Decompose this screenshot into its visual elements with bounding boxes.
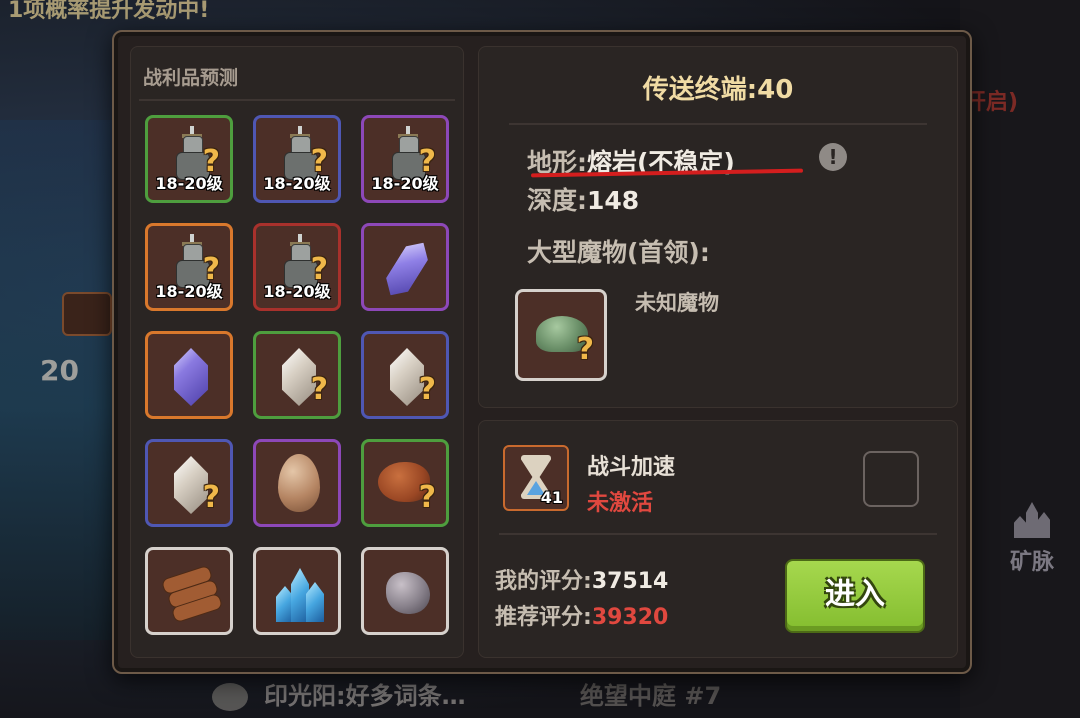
divider: [139, 99, 455, 101]
loot-slot[interactable]: ? 18-20级: [253, 223, 341, 311]
battle-speed-checkbox[interactable]: [863, 451, 919, 507]
alert-info-icon[interactable]: !: [819, 143, 847, 171]
loot-slot[interactable]: [361, 223, 449, 311]
my-score-value: 37514: [591, 569, 669, 594]
battle-speed-label: 战斗加速: [587, 455, 676, 480]
loot-slot[interactable]: ? 18-20级: [145, 223, 233, 311]
loot-title: 战利品预测: [143, 67, 239, 89]
recommended-score-row: 推荐评分:39320: [495, 599, 668, 631]
probability-banner: 1项概率提升发动中!: [8, 0, 210, 23]
violet-shard-icon: [380, 236, 435, 302]
background-chest-icon: [62, 292, 112, 336]
loot-slot[interactable]: [145, 547, 233, 635]
question-mark-icon: ?: [202, 480, 220, 515]
loot-prediction-panel: 战利品预测 ? 18-20级? 18-20级? 18-20级? 18-20级? 18-20…: [130, 46, 464, 658]
vein-crystal-icon: [1014, 500, 1050, 538]
loot-slot[interactable]: [253, 439, 341, 527]
item-level-range: 18-20级: [263, 282, 331, 301]
boss-slot[interactable]: ?: [515, 289, 607, 381]
loot-slot[interactable]: ? 18-20级: [361, 115, 449, 203]
vein-button[interactable]: 矿脉: [1002, 500, 1062, 576]
item-level-range: 18-20级: [371, 174, 439, 193]
divider: [509, 123, 927, 125]
recommended-score-value: 39320: [591, 605, 669, 630]
loot-slot[interactable]: ?: [145, 439, 233, 527]
egg-icon: [278, 454, 320, 512]
question-mark-icon: ?: [418, 372, 436, 407]
background-red-text: 开启): [963, 90, 1018, 115]
recommended-score-label: 推荐评分:: [495, 605, 592, 630]
depth-value: 148: [587, 186, 640, 215]
battle-speed-status: 未激活: [587, 491, 654, 516]
loot-slot[interactable]: ?: [253, 331, 341, 419]
chat-message[interactable]: 印光阳:好多词条…: [264, 676, 466, 711]
violet-crystal-icon: [174, 348, 208, 406]
item-level-range: 18-20级: [155, 282, 223, 301]
vein-label: 矿脉: [1009, 550, 1054, 575]
boss-name: 未知魔物: [635, 291, 719, 315]
blue-crystal-cluster-icon: [274, 566, 326, 622]
question-mark-icon: ?: [310, 372, 328, 407]
portal-title: 传送终端:40: [642, 75, 794, 105]
chat-bubble-icon[interactable]: [212, 683, 248, 711]
question-mark-icon: ?: [576, 332, 594, 367]
loot-slot[interactable]: [253, 547, 341, 635]
loot-slot[interactable]: ?: [361, 331, 449, 419]
enter-button[interactable]: 进入: [785, 559, 925, 633]
loot-slot[interactable]: ? 18-20级: [145, 115, 233, 203]
location-name: 绝望中庭 #7: [580, 682, 722, 710]
battle-speed-item[interactable]: 41: [503, 445, 569, 511]
depth-row: 深度:148: [527, 181, 639, 217]
loot-slot[interactable]: [145, 331, 233, 419]
background-number: 20: [40, 354, 79, 387]
portal-info-panel: 传送终端:40 地形:熔岩(不稳定) ! 深度:148 大型魔物(首领): ? …: [478, 46, 958, 408]
depth-label: 深度:: [527, 186, 587, 215]
loot-slot[interactable]: ?: [361, 439, 449, 527]
question-mark-icon: ?: [418, 480, 436, 515]
my-score-label: 我的评分:: [495, 569, 592, 594]
boss-label: 大型魔物(首领):: [527, 238, 710, 267]
divider: [499, 533, 937, 535]
speed-item-count: 41: [540, 488, 563, 507]
item-level-range: 18-20级: [263, 174, 331, 193]
wood-logs-icon: [160, 564, 224, 624]
loot-slot[interactable]: [361, 547, 449, 635]
ore-stone-icon: [386, 572, 430, 614]
loot-slot[interactable]: ? 18-20级: [253, 115, 341, 203]
my-score-row: 我的评分:37514: [495, 563, 668, 595]
battle-panel: 41 战斗加速 未激活 我的评分:37514 推荐评分:39320 进入: [478, 420, 958, 658]
item-level-range: 18-20级: [155, 174, 223, 193]
